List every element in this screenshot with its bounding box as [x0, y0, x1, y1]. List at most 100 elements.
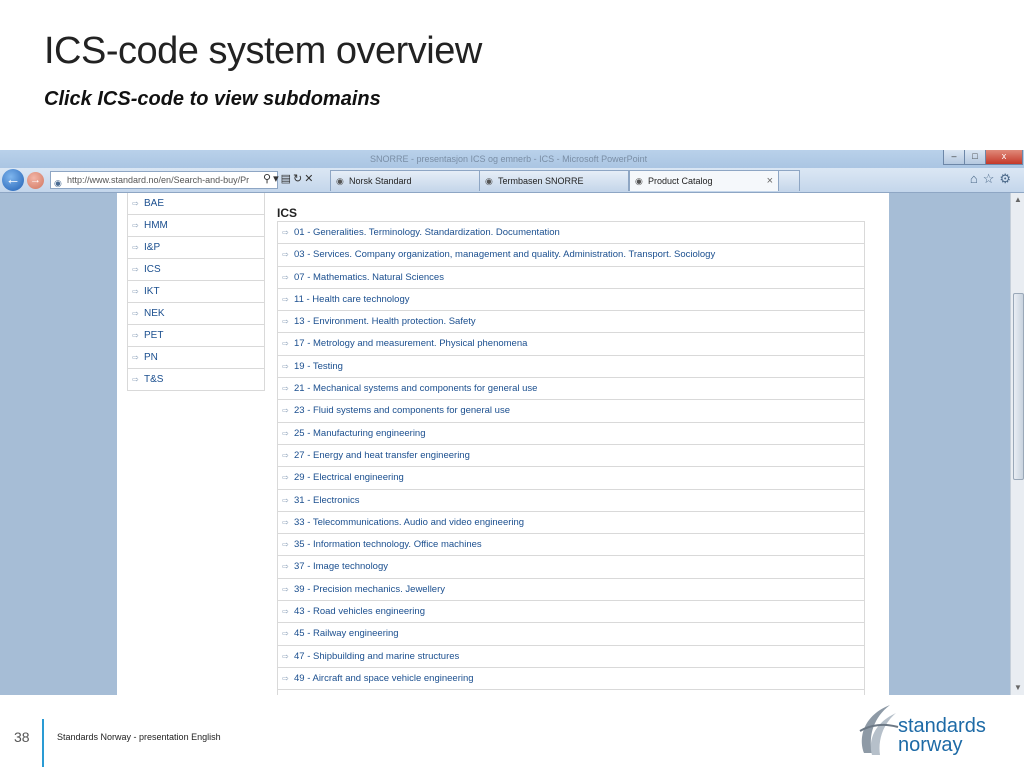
sidebar-item-label: PN	[144, 352, 158, 363]
sidebar-item[interactable]: ⇨ T&S	[127, 369, 265, 391]
stop-icon[interactable]: ✕	[304, 173, 315, 185]
ics-list-item[interactable]: ⇨ 35 - Information technology. Office mac…	[277, 534, 865, 557]
ics-item-label: 25 - Manufacturing engineering	[294, 427, 426, 439]
ics-list-item[interactable]: ⇨ 49 - Aircraft and space vehicle enginee…	[277, 667, 865, 691]
scroll-up-icon[interactable]: ▲	[1014, 195, 1022, 204]
ics-item-label: 23 - Fluid systems and components for ge…	[294, 405, 510, 417]
logo-line-2: norway	[898, 734, 963, 756]
ics-item-label: 47 - Shipbuilding and marine structures	[294, 650, 460, 662]
ics-item-label: 37 - Image technology	[294, 561, 389, 573]
sidebar-item[interactable]: ⇨ PET	[127, 325, 265, 347]
tab-termbasen-snorre[interactable]: ◉ Termbasen SNORRE	[479, 170, 629, 191]
ics-list-item[interactable]: ⇨ 21 - Mechanical systems and components …	[277, 378, 865, 401]
ics-list-item[interactable]: ⇨ 33 - Telecommunications. Audio and vide…	[277, 511, 865, 535]
dropdown-icon[interactable]: ▾	[273, 173, 281, 185]
ics-list-item[interactable]: ⇨ 29 - Electrical engineering	[277, 467, 865, 490]
back-arrow-icon: ←	[5, 171, 21, 188]
compatibility-icon[interactable]: ▤	[281, 173, 293, 185]
home-icon[interactable]: ⌂	[970, 171, 983, 186]
arrow-right-icon: ⇨	[282, 629, 289, 639]
settings-gear-icon[interactable]: ⚙	[999, 171, 1016, 186]
ics-list-item[interactable]: ⇨ 19 - Testing	[277, 355, 865, 379]
ics-list-item[interactable]: ⇨ 27 - Energy and heat transfer engineeri…	[277, 444, 865, 468]
vertical-scrollbar[interactable]: ▲ ▼	[1010, 193, 1024, 695]
arrow-right-icon: ⇨	[282, 584, 289, 594]
forward-arrow-icon: →	[30, 174, 41, 186]
ics-list-item[interactable]: ⇨ 45 - Railway engineering	[277, 623, 865, 646]
arrow-right-icon: ⇨	[282, 540, 289, 550]
close-window-button[interactable]: x	[985, 150, 1023, 165]
ics-list-item[interactable]: ⇨ 43 - Road vehicles engineering	[277, 601, 865, 624]
tab-product-catalog[interactable]: ◉ Product Catalog ×	[629, 170, 779, 191]
arrow-right-icon: ⇨	[132, 375, 139, 384]
sidebar-item[interactable]: ⇨ I&P	[127, 237, 265, 259]
arrow-right-icon: ⇨	[282, 562, 289, 572]
ics-item-label: 07 - Mathematics. Natural Sciences	[294, 271, 444, 283]
sidebar-item-label: IKT	[144, 286, 160, 297]
arrow-right-icon: ⇨	[282, 294, 289, 304]
standards-norway-logo: standards norway	[856, 699, 1006, 763]
ics-list-item[interactable]: ⇨ 47 - Shipbuilding and marine structures	[277, 645, 865, 668]
favorites-star-icon[interactable]: ☆	[983, 171, 1000, 186]
arrow-right-icon: ⇨	[282, 361, 289, 371]
ics-list-item[interactable]: ⇨ 01 - Generalities. Terminology. Standar…	[277, 221, 865, 245]
arrow-right-icon: ⇨	[282, 450, 289, 460]
arrow-right-icon: ⇨	[282, 384, 289, 394]
ics-list-item[interactable]: ⇨ 25 - Manufacturing engineering	[277, 422, 865, 445]
ics-list: ⇨ 01 - Generalities. Terminology. Standar…	[277, 221, 865, 695]
window-title: SNORRE - presentasjon ICS og emnerb - IC…	[370, 154, 648, 164]
ics-list-item[interactable]: ⇨ 03 - Services. Company organization, ma…	[277, 244, 865, 267]
footer-text: Standards Norway - presentation English	[57, 732, 221, 742]
sidebar-item[interactable]: ⇨ HMM	[127, 215, 265, 237]
ics-item-label: 35 - Information technology. Office mach…	[294, 539, 482, 551]
sidebar-item[interactable]: ⇨ NEK	[127, 303, 265, 325]
sidebar-item-label: HMM	[144, 220, 168, 231]
ics-list-item[interactable]: ⇨ 39 - Precision mechanics. Jewellery	[277, 578, 865, 602]
ics-list-item[interactable]: ⇨ 31 - Electronics	[277, 489, 865, 512]
title-bar: SNORRE - presentasjon ICS og emnerb - IC…	[0, 150, 1024, 170]
arrow-right-icon: ⇨	[132, 265, 139, 274]
ics-list-item[interactable]: ⇨ 13 - Environment. Health protection. Sa…	[277, 311, 865, 334]
logo-swoosh-icon	[859, 705, 899, 755]
sidebar-item[interactable]: ⇨ BAE	[127, 193, 265, 215]
ics-list-item[interactable]: ⇨ 37 - Image technology	[277, 556, 865, 579]
ics-list-item[interactable]: ⇨ 17 - Metrology and measurement. Physica…	[277, 333, 865, 356]
minimize-button[interactable]: –	[943, 150, 965, 165]
ics-list-item[interactable]: ⇨ 11 - Health care technology	[277, 288, 865, 312]
sidebar-item-label: ICS	[144, 264, 161, 275]
scroll-down-icon[interactable]: ▼	[1014, 683, 1022, 692]
arrow-right-icon: ⇨	[282, 673, 289, 683]
tab-norsk-standard[interactable]: ◉ Norsk Standard	[330, 170, 480, 191]
ics-item-label: 21 - Mechanical systems and components f…	[294, 383, 538, 395]
tab-favicon-icon: ◉	[635, 176, 643, 186]
sidebar-item[interactable]: ⇨ ICS	[127, 259, 265, 281]
ics-item-label: 29 - Electrical engineering	[294, 472, 404, 484]
ics-item-label: 11 - Health care technology	[294, 293, 410, 305]
sidebar-item-label: I&P	[144, 242, 161, 253]
ics-item-label: 49 - Aircraft and space vehicle engineer…	[294, 672, 474, 684]
new-tab-button[interactable]	[778, 170, 800, 191]
maximize-button[interactable]: □	[964, 150, 986, 165]
ics-item-label: 33 - Telecommunications. Audio and video…	[294, 516, 525, 528]
address-bar[interactable]: ◉ http://www.standard.no/en/Search-and-b…	[50, 171, 278, 189]
ics-list-item[interactable]: ⇨ 23 - Fluid systems and components for g…	[277, 400, 865, 423]
sidebar-item[interactable]: ⇨ IKT	[127, 281, 265, 303]
search-icon[interactable]: ⚲	[263, 173, 273, 185]
arrow-right-icon: ⇨	[282, 317, 289, 327]
slide-subtitle: Click ICS-code to view subdomains	[44, 88, 381, 110]
ics-item-label: 03 - Services. Company organization, man…	[294, 249, 716, 261]
forward-button[interactable]: →	[27, 172, 44, 189]
scroll-thumb[interactable]	[1013, 293, 1024, 480]
back-button[interactable]: ←	[2, 169, 24, 191]
ics-list-item[interactable]: ⇨ 07 - Mathematics. Natural Sciences	[277, 266, 865, 289]
tab-label: Norsk Standard	[349, 176, 412, 186]
arrow-right-icon: ⇨	[282, 495, 289, 505]
category-sidebar: ⇨ BAE ⇨ HMM ⇨ I&P ⇨ ICS ⇨ IKT ⇨ NEK ⇨ PET ⇨ PN ⇨ T&S	[127, 193, 265, 391]
close-tab-icon[interactable]: ×	[767, 171, 773, 191]
web-page: ⇨ BAE ⇨ HMM ⇨ I&P ⇨ ICS ⇨ IKT ⇨ NEK ⇨ PET ⇨ PN ⇨ T&S ICS …	[117, 193, 889, 695]
sidebar-item[interactable]: ⇨ PN	[127, 347, 265, 369]
refresh-icon[interactable]: ↻	[293, 173, 304, 185]
arrow-right-icon: ⇨	[282, 651, 289, 661]
arrow-right-icon: ⇨	[282, 339, 289, 349]
arrow-right-icon: ⇨	[282, 406, 289, 416]
